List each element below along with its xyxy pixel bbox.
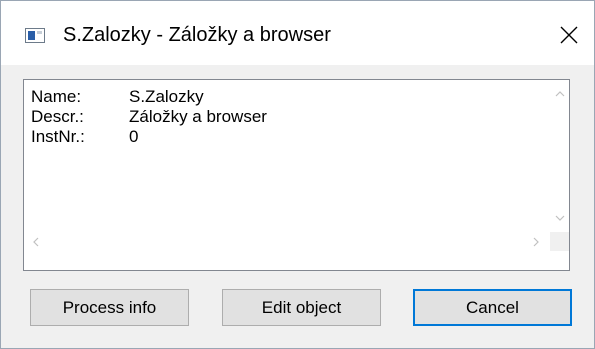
info-value: 0: [129, 127, 139, 146]
close-icon: [560, 26, 578, 44]
scroll-up-icon[interactable]: [555, 90, 565, 97]
close-button[interactable]: [550, 19, 588, 51]
scroll-right-icon[interactable]: [533, 237, 540, 247]
horizontal-scrollbar[interactable]: [24, 232, 550, 251]
cancel-button[interactable]: Cancel: [413, 289, 572, 326]
edit-object-button[interactable]: Edit object: [222, 289, 381, 326]
info-value: Záložky a browser: [129, 107, 267, 126]
scroll-down-icon[interactable]: [555, 215, 565, 222]
process-info-button[interactable]: Process info: [30, 289, 189, 326]
panel-bottom-area: [24, 251, 569, 270]
info-key: Descr.:: [31, 107, 84, 126]
info-value: S.Zalozky: [129, 87, 204, 106]
vertical-scrollbar[interactable]: [550, 80, 569, 232]
title-bar[interactable]: S.Zalozky - Záložky a browser: [1, 1, 594, 65]
object-info-panel: Name: S.Zalozky Descr.: Záložky a browse…: [23, 79, 570, 271]
window-title: S.Zalozky - Záložky a browser: [63, 24, 331, 46]
scroll-left-icon[interactable]: [32, 237, 39, 247]
dialog-window: S.Zalozky - Záložky a browser Name: S.Za…: [0, 0, 595, 349]
info-key: Name:: [31, 87, 82, 106]
scrollbar-corner: [550, 232, 569, 251]
info-key: InstNr.:: [31, 127, 85, 146]
window-app-icon: [25, 28, 45, 43]
